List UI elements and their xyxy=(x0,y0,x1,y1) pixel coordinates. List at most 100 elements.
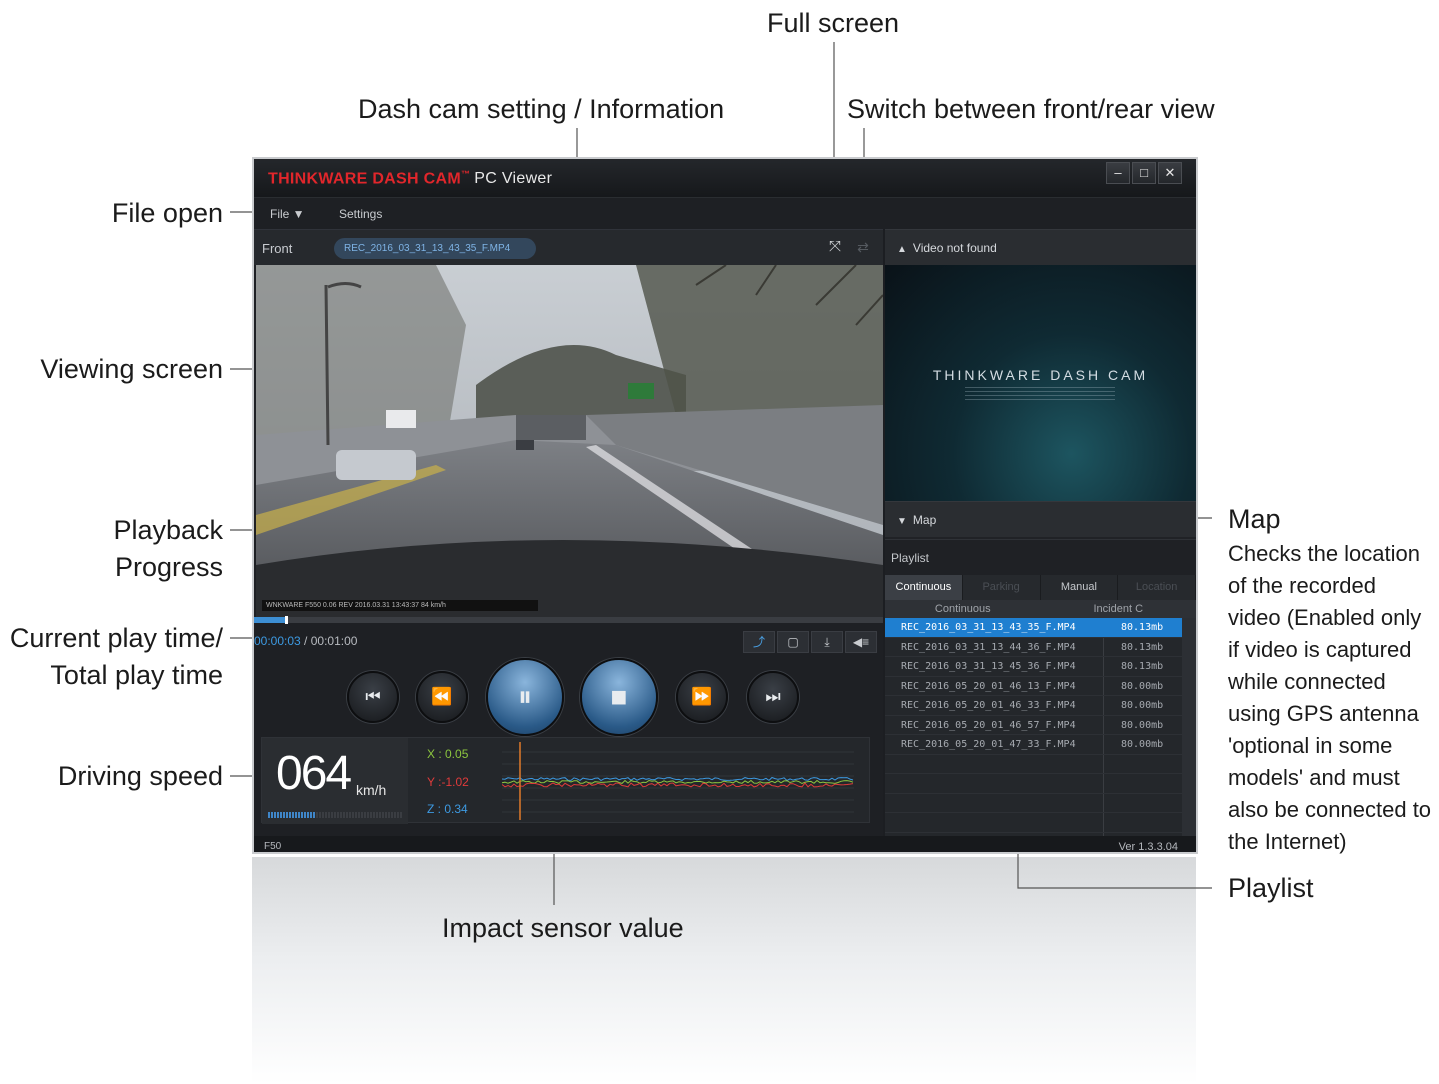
annotation-viewing-screen: Viewing screen xyxy=(40,354,223,384)
maximize-button[interactable]: □ xyxy=(1132,162,1156,184)
annotation-current-play-time: Current play time/ xyxy=(9,623,223,653)
capture-icon[interactable]: ▢ xyxy=(777,631,809,653)
playlist-file-name: REC_2016_05_20_01_46_57_F.MP4 xyxy=(901,719,1076,731)
window-controls: – □ ✕ xyxy=(1106,162,1182,184)
playback-progress-bar[interactable] xyxy=(254,616,883,624)
playlist-file-size: 80.13mb xyxy=(1121,641,1164,653)
player-panel: Front REC_2016_03_31_13_43_35_F.MP4 ⤧ ⇄ xyxy=(254,229,883,836)
rear-preview: THINKWARE DASH CAM xyxy=(885,265,1196,501)
annotation-file-open: File open xyxy=(111,198,223,228)
pause-button[interactable]: ⏸ xyxy=(486,658,564,736)
tab-manual[interactable]: Manual xyxy=(1040,575,1119,600)
playlist-empty-row xyxy=(885,755,1182,774)
playlist-file-name: REC_2016_03_31_13_44_36_F.MP4 xyxy=(901,641,1076,653)
viewing-screen[interactable]: WNKWARE F550 0.06 REV 2016.03.31 13:43:3… xyxy=(256,265,883,617)
playlist-row[interactable]: REC_2016_05_20_01_46_57_F.MP4 80.00mb xyxy=(885,716,1182,735)
fullscreen-icon[interactable]: ⤧ xyxy=(826,238,844,256)
subtab-incident[interactable]: Incident C xyxy=(1041,600,1197,618)
dashcam-frame xyxy=(256,265,883,617)
player-tools: ⤴ ▢ ⤓ ◀≡ xyxy=(743,631,877,653)
video-bar: Front REC_2016_03_31_13_43_35_F.MP4 ⤧ ⇄ xyxy=(254,229,883,265)
collapse-up-icon: ▲ xyxy=(897,244,907,255)
playlist-file-size: 80.00mb xyxy=(1121,719,1164,731)
annotation-switch-view: Switch between front/rear view xyxy=(847,94,1215,124)
model-label: F50 xyxy=(264,841,282,852)
playlist-empty-row xyxy=(885,813,1182,833)
next-button[interactable]: ⏭ xyxy=(747,671,799,723)
playlist-file-name: REC_2016_03_31_13_43_35_F.MP4 xyxy=(901,622,1076,633)
annotation-full-screen: Full screen xyxy=(767,8,900,38)
progress-fill xyxy=(254,617,286,623)
annotation-dash-cam-setting: Dash cam setting / Information xyxy=(358,94,725,124)
annotation-total-play-time: Total play time xyxy=(50,660,223,690)
annotation-driving-speed: Driving speed xyxy=(57,761,223,791)
annotation-playlist: Playlist xyxy=(1228,873,1314,903)
playlist-file-name: REC_2016_05_20_01_47_33_F.MP4 xyxy=(901,739,1076,750)
title-bar: THINKWARE DASH CAM™ PC Viewer – □ ✕ xyxy=(254,159,1196,197)
stop-button[interactable]: ■ xyxy=(580,658,658,736)
speed-unit: km/h xyxy=(356,782,387,798)
current-play-time: 00:00:03 xyxy=(254,634,301,648)
settings-menu[interactable]: Settings xyxy=(339,207,382,221)
play-time: 00:00:03 / 00:01:00 xyxy=(254,634,357,648)
close-button[interactable]: ✕ xyxy=(1158,162,1182,184)
fast-forward-button[interactable]: ⏩ xyxy=(676,671,728,723)
playlist-file-size: 80.00mb xyxy=(1121,739,1164,750)
export-icon[interactable]: ⤴ xyxy=(743,631,775,653)
playlist-file-name: REC_2016_05_20_01_46_13_F.MP4 xyxy=(901,680,1076,692)
z-axis-value: Z : 0.34 xyxy=(427,802,468,816)
status-bar xyxy=(254,836,1196,852)
rewind-button[interactable]: ⏪ xyxy=(416,671,468,723)
playlist-file-name: REC_2016_03_31_13_45_36_F.MP4 xyxy=(901,661,1076,672)
tab-location[interactable]: Location xyxy=(1118,575,1196,600)
playlist-tabs: Continuous Parking Manual Location xyxy=(885,575,1196,600)
download-icon[interactable]: ⤓ xyxy=(811,631,843,653)
playlist-row[interactable]: REC_2016_03_31_13_45_36_F.MP4 80.13mb xyxy=(885,657,1182,677)
playlist-row[interactable]: REC_2016_05_20_01_47_33_F.MP4 80.00mb xyxy=(885,735,1182,755)
expand-down-icon: ▼ xyxy=(897,516,907,527)
x-axis-value: X : 0.05 xyxy=(427,747,469,761)
volume-icon[interactable]: ◀≡ xyxy=(845,631,877,653)
playlist-row[interactable]: REC_2016_05_20_01_46_13_F.MP4 80.00mb xyxy=(885,677,1182,696)
tab-continuous[interactable]: Continuous xyxy=(885,575,963,600)
subtab-continuous[interactable]: Continuous xyxy=(885,600,1041,618)
playlist-row[interactable]: REC_2016_05_20_01_46_33_F.MP4 80.00mb xyxy=(885,696,1182,716)
file-menu[interactable]: File ▼ xyxy=(270,207,305,221)
tab-parking[interactable]: Parking xyxy=(962,575,1041,600)
impact-sensor-graph xyxy=(502,742,854,820)
previous-button[interactable]: ⏮ xyxy=(347,671,399,723)
app-brand: THINKWARE DASH CAM™ PC Viewer xyxy=(268,169,552,188)
playlist-label: Playlist xyxy=(885,539,1196,575)
playlist-empty-row xyxy=(885,794,1182,813)
playlist-file-size: 80.13mb xyxy=(1121,661,1164,672)
playlist-empty-row xyxy=(885,774,1182,794)
map-header-label: Map xyxy=(912,513,937,527)
brand-trademark: ™ xyxy=(460,169,471,179)
playlist-file-name: REC_2016_05_20_01_46_33_F.MP4 xyxy=(901,700,1076,711)
video-info-overlay: WNKWARE F550 0.06 REV 2016.03.31 13:43:3… xyxy=(262,600,538,611)
preview-title: THINKWARE DASH CAM xyxy=(932,367,1149,383)
menu-bar: File ▼ Settings xyxy=(254,197,1196,229)
playlist-row[interactable]: REC_2016_03_31_13_44_36_F.MP4 80.13mb xyxy=(885,638,1182,657)
speed-display: 064 km/h xyxy=(262,738,408,824)
playlist-scrollbar[interactable] xyxy=(1182,618,1196,836)
minimize-button[interactable]: – xyxy=(1106,162,1130,184)
map-header[interactable]: ▼ Map xyxy=(885,501,1196,537)
brand-subtitle: PC Viewer xyxy=(474,170,553,188)
side-panel: ▲ Video not found THINKWARE DASH CAM ▼ Map… xyxy=(885,229,1196,836)
video-header[interactable]: ▲ Video not found xyxy=(885,229,1196,265)
y-axis-value: Y :-1.02 xyxy=(427,775,469,789)
progress-knob[interactable] xyxy=(285,616,289,624)
annotation-impact-sensor: Impact sensor value xyxy=(442,913,684,943)
speed-meter xyxy=(268,812,402,818)
preview-fineprint xyxy=(965,387,1115,403)
version-label: Ver 1.3.3.04 xyxy=(1118,841,1178,853)
speed-meter-fill xyxy=(268,812,315,818)
annotation-map-description: Checks the location of the recorded vide… xyxy=(1228,541,1432,854)
switch-view-icon[interactable]: ⇄ xyxy=(854,238,872,256)
camera-label: Front xyxy=(262,241,293,256)
current-file-pill: REC_2016_03_31_13_43_35_F.MP4 xyxy=(334,238,536,259)
annotation-playback: Playback xyxy=(113,515,223,545)
speed-value: 064 xyxy=(276,747,352,800)
playlist-row[interactable]: REC_2016_03_31_13_43_35_F.MP4 80.13mb xyxy=(885,618,1182,638)
